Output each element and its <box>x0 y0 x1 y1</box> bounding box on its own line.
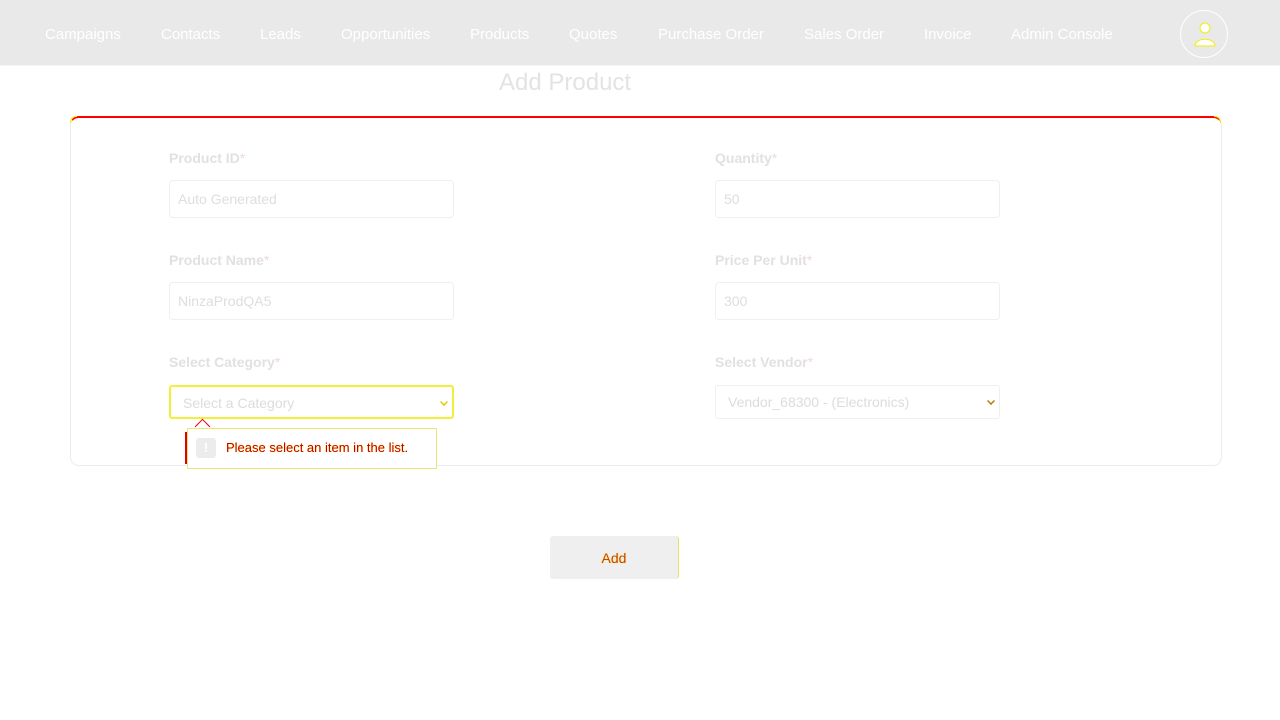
vendor-select-value: Vendor_68300 - (Electronics) <box>728 394 910 410</box>
chevron-down-icon <box>987 397 995 405</box>
category-select-value: Select a Category <box>183 395 295 411</box>
product-id-label: Product ID* <box>169 150 245 166</box>
required-marker: * <box>806 252 813 268</box>
nav-opportunities[interactable]: Opportunities <box>341 26 430 44</box>
card-corner-decoration <box>1214 116 1221 123</box>
validation-message: Please select an item in the list. <box>226 440 409 455</box>
select-vendor-label-text: Select Vendor <box>715 354 808 370</box>
select-vendor-label: Select Vendor* <box>715 354 813 370</box>
required-marker: * <box>239 150 246 166</box>
nav-sales-order[interactable]: Sales Order <box>804 26 884 44</box>
product-id-input[interactable] <box>169 180 454 218</box>
quantity-label: Quantity* <box>715 150 777 166</box>
user-avatar-button[interactable] <box>1180 10 1228 58</box>
tooltip-accent-bar <box>185 432 187 464</box>
price-per-unit-label: Price Per Unit* <box>715 252 812 268</box>
quantity-label-text: Quantity <box>715 150 772 166</box>
price-per-unit-input[interactable] <box>715 282 1000 320</box>
required-marker: * <box>807 354 814 370</box>
select-category-label: Select Category* <box>169 354 280 370</box>
chevron-down-icon <box>440 398 448 406</box>
nav-leads[interactable]: Leads <box>260 26 301 44</box>
nav-campaigns[interactable]: Campaigns <box>45 26 121 44</box>
vendor-select[interactable]: Vendor_68300 - (Electronics) <box>715 385 1000 419</box>
nav-purchase-order[interactable]: Purchase Order <box>658 26 764 44</box>
add-button[interactable]: Add <box>550 536 679 579</box>
user-icon <box>1194 22 1216 47</box>
category-select[interactable]: Select a Category <box>169 385 454 419</box>
required-marker: * <box>263 252 270 268</box>
nav-contacts[interactable]: Contacts <box>161 26 220 44</box>
price-per-unit-label-text: Price Per Unit <box>715 252 807 268</box>
top-navigation-bar: Campaigns Contacts Leads Opportunities P… <box>0 0 1280 65</box>
validation-tooltip: ! Please select an item in the list. <box>185 428 437 469</box>
nav-admin-console[interactable]: Admin Console <box>1011 26 1113 44</box>
nav-invoice[interactable]: Invoice <box>924 26 972 44</box>
product-id-label-text: Product ID <box>169 150 240 166</box>
required-marker: * <box>274 354 281 370</box>
page-title: Add Product <box>499 69 632 96</box>
select-category-label-text: Select Category <box>169 354 275 370</box>
product-name-input[interactable] <box>169 282 454 320</box>
card-corner-decoration <box>70 116 77 123</box>
warning-icon: ! <box>196 438 216 458</box>
product-name-label: Product Name* <box>169 252 269 268</box>
quantity-input[interactable] <box>715 180 1000 218</box>
nav-quotes[interactable]: Quotes <box>569 26 617 44</box>
nav-products[interactable]: Products <box>470 26 529 44</box>
required-marker: * <box>771 150 778 166</box>
product-name-label-text: Product Name <box>169 252 264 268</box>
